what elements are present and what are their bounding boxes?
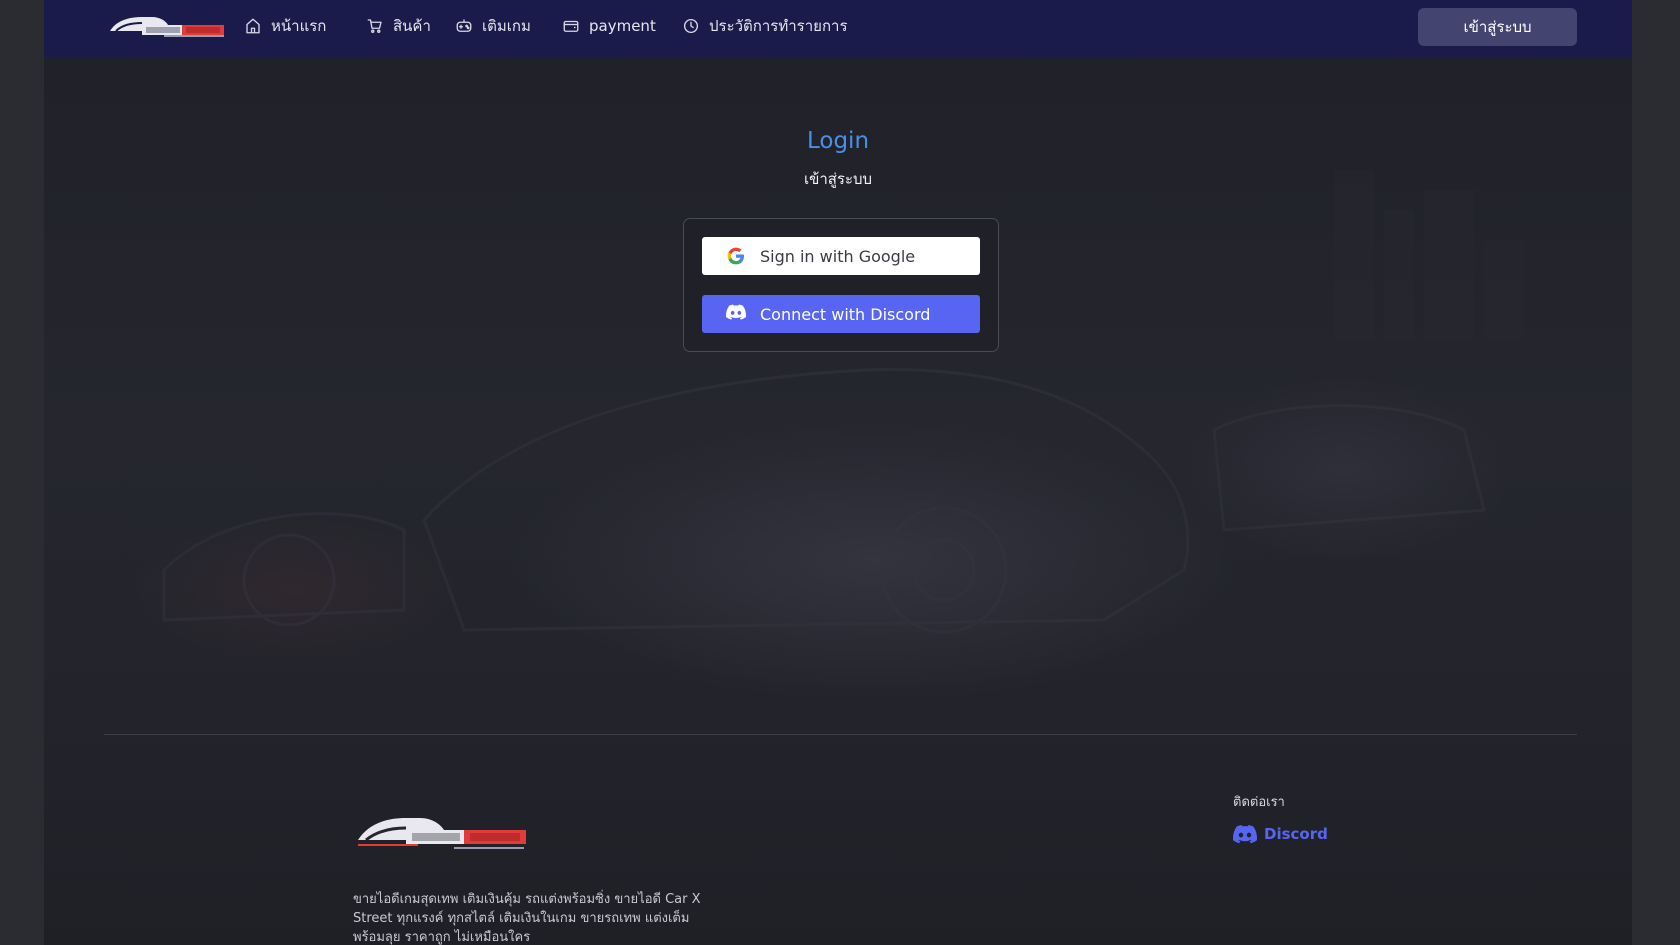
nav-item-label: ประวัติการทำรายการ: [709, 17, 848, 35]
nav-item-payment[interactable]: payment: [562, 14, 656, 38]
history-icon: [683, 18, 699, 34]
home-icon: [246, 18, 260, 34]
discord-icon: [726, 304, 746, 324]
top-navbar: หน้าแรก สินค้า เติมเกม payment ประวัติกา: [44, 0, 1632, 57]
nav-item-label: หน้าแรก: [271, 17, 327, 35]
page-gutter-left: [0, 0, 44, 945]
google-icon: [726, 246, 746, 266]
nav-item-history[interactable]: ประวัติการทำรายการ: [682, 14, 848, 38]
nav-item-label: สินค้า: [393, 17, 431, 35]
footer-divider: [104, 734, 1577, 735]
google-signin-button[interactable]: Sign in with Google: [702, 237, 980, 275]
login-card: Sign in with Google Connect with Discord: [683, 218, 999, 352]
nav-item-home[interactable]: หน้าแรก: [244, 14, 326, 38]
discord-button-label: Connect with Discord: [760, 304, 931, 324]
login-subtitle: เข้าสู่ระบบ: [803, 170, 873, 188]
gamepad-icon: [456, 19, 472, 32]
footer-description: ขายไอดีเกมสุดเทพ เติมเงินคุ้ม รถแต่งพร้อ…: [353, 892, 701, 945]
footer-discord-link[interactable]: Discord: [1233, 824, 1328, 844]
nav-item-label: เติมเกม: [482, 17, 531, 35]
discord-icon: [1233, 825, 1257, 844]
nav-item-products[interactable]: สินค้า: [366, 14, 431, 38]
nav-item-label: payment: [589, 17, 656, 35]
main-stage: หน้าแรก สินค้า เติมเกม payment ประวัติกา: [44, 0, 1632, 945]
wallet-icon: [563, 20, 579, 32]
google-button-label: Sign in with Google: [760, 246, 916, 266]
contact-heading: ติดต่อเรา: [1233, 795, 1285, 810]
page-gutter-right: [1632, 0, 1680, 945]
discord-link-label: Discord: [1264, 825, 1328, 843]
cart-icon: [367, 19, 382, 33]
login-button[interactable]: เข้าสู่ระบบ: [1418, 8, 1577, 46]
nav-item-topup[interactable]: เติมเกม: [455, 14, 531, 38]
login-title: Login: [806, 128, 870, 154]
footer-brand-logo: [358, 818, 526, 849]
brand-logo[interactable]: [106, 11, 228, 39]
discord-connect-button[interactable]: Connect with Discord: [702, 295, 980, 333]
